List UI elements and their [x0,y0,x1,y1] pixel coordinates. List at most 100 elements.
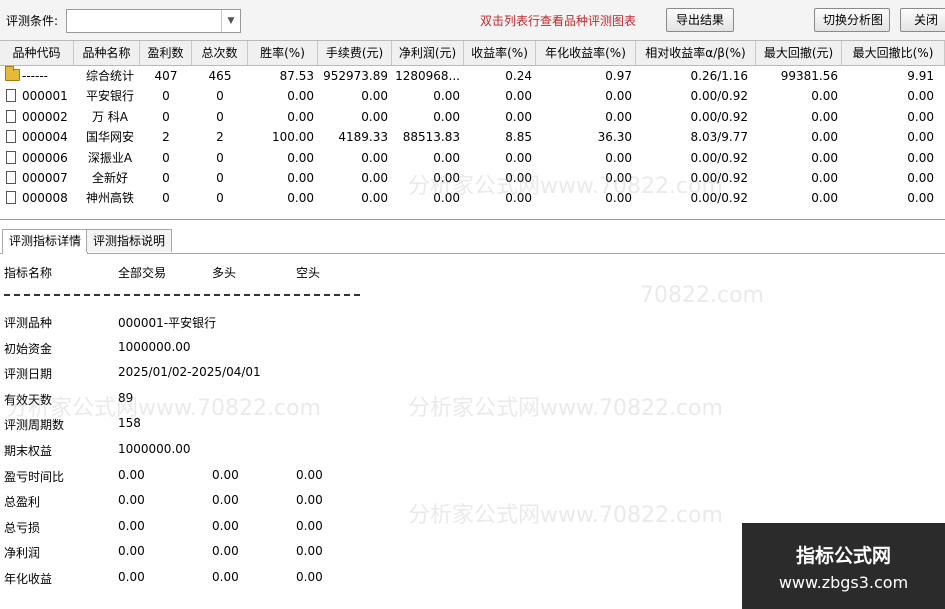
document-icon [6,109,16,123]
table-row[interactable]: 000004 国华网安 2 2 100.00 4189.33 88513.83 8.85 36.… [0,127,945,147]
table-cell: 0 [162,171,170,185]
table-cell: 0.00/0.92 [690,171,748,185]
table-cell: 2 [216,130,224,145]
detail-value: 158 [118,416,141,431]
table-cell: 0.00 [505,171,532,185]
condition-label: 评测条件: [6,14,59,28]
table-row[interactable]: 000007 全新好 0 0 0.00 0.00 0.00 0.00 0.00 0.00/0.92… [0,168,945,188]
table-row[interactable]: 000008 神州高铁 0 0 0.00 0.00 0.00 0.00 0.00 0.00/0.9… [0,188,945,208]
table-cell: 0 [162,191,170,206]
table-cell: 407 [154,69,178,83]
column-header[interactable]: 盈利数 [140,41,192,65]
table-cell: 0.00 [811,130,838,145]
table-cell: 000008 [22,191,68,206]
table-row[interactable]: 000006 深振业A 0 0 0.00 0.00 0.00 0.00 0.00 0.00/0.9… [0,148,945,168]
table-cell: 0.00 [907,150,934,165]
table-cell: 平安银行 [85,89,134,104]
table-cell: 0.00 [907,109,934,124]
table-cell: 深振业A [87,150,133,165]
table-cell: 0 [216,150,224,165]
table-cell: 0 [216,171,224,185]
column-header[interactable]: 胜率(%) [248,41,318,65]
table-cell: 0.00 [907,130,934,145]
column-header[interactable]: 最大回撤(元) [756,41,842,65]
table-cell: 0.00 [811,191,838,206]
detail-value: 000001-平安银行 [118,316,217,330]
detail-label: 总盈利 [4,495,41,510]
divider [4,294,360,296]
table-cell: 万 科A [91,109,129,124]
table-cell: 0 [216,109,224,124]
tab-metric-description[interactable]: 评测指标说明 [86,229,173,252]
table-row[interactable]: 000001 平安银行 0 0 0.00 0.00 0.00 0.00 0.00 0.00/0.9… [0,86,945,106]
detail-label: 评测日期 [4,367,53,382]
column-header[interactable]: 品种代码 [0,41,74,65]
column-header[interactable]: 相对收益率α/β(%) [636,41,756,65]
table-cell: 神州高铁 [85,191,134,206]
table-cell: 0.00 [433,150,460,165]
detail-label: 评测品种 [4,316,53,330]
detail-value: 1000000.00 [118,339,191,354]
table-cell: 0.00 [907,191,934,206]
table-cell: 0.00 [605,171,632,185]
detail-label: 净利润 [4,546,41,561]
table-cell: 000004 [22,130,68,145]
table-cell: 2 [162,130,170,145]
table-cell: 4189.33 [338,130,388,145]
column-header[interactable]: 品种名称 [74,41,140,65]
tab-metric-details[interactable]: 评测指标详情 [2,229,89,254]
detail-value: 0.00 [118,518,145,533]
detail-label: 总亏损 [4,520,41,535]
export-button[interactable]: 导出结果 [666,8,734,32]
table-cell: 0.00 [605,191,632,206]
table-cell: 0.00 [505,109,532,124]
table-cell: 0.00 [505,150,532,165]
toolbar: 评测条件: ▼ 双击列表行查看品种评测图表 导出结果 切换分析图 关闭 [0,0,945,40]
detail-value: 0.00 [296,518,323,533]
table-cell: 000006 [22,150,68,165]
switch-chart-button[interactable]: 切换分析图 [814,8,890,32]
chevron-down-icon[interactable]: ▼ [221,10,240,32]
table-cell: 综合统计 [85,69,134,83]
table-header: 品种代码 品种名称 盈利数 总次数 胜率(%) 手续费(元) 净利润(元) 收益… [0,41,945,66]
table-cell: 952973.89 [323,69,388,83]
table-cell: 0.00 [505,89,532,104]
column-header[interactable]: 收益率(%) [464,41,536,65]
column-header[interactable]: 总次数 [192,41,248,65]
detail-value: 2025/01/02-2025/04/01 [118,365,261,380]
table-cell: 0.00 [907,171,934,185]
table-cell: ------ [22,69,48,83]
column-header[interactable]: 净利润(元) [392,41,464,65]
table-cell: 0.00 [605,89,632,104]
table-row[interactable]: 000002 万 科A 0 0 0.00 0.00 0.00 0.00 0.00 0.00/0.9… [0,107,945,127]
column-header[interactable]: 手续费(元) [318,41,392,65]
table-cell: 465 [208,69,232,83]
detail-label: 盈亏时间比 [4,469,65,484]
table-cell: 100.00 [272,130,314,145]
column-header[interactable]: 年化收益率(%) [536,41,636,65]
table-cell: 0.00 [361,171,388,185]
table-cell: 1280968... [395,69,460,83]
close-button[interactable]: 关闭 [900,8,945,32]
detail-value: 0.00 [296,493,323,508]
table-cell: 0.00 [287,150,314,165]
table-row[interactable]: ------ 综合统计 407 465 87.53 952973.89 1280968...… [0,66,945,86]
detail-header-long: 多头 [212,266,237,280]
detail-label: 评测周期数 [4,418,65,433]
detail-header-short: 空头 [296,266,321,280]
table-cell: 9.91 [907,69,934,83]
detail-value: 0.00 [296,544,323,559]
table-cell: 0.26/1.16 [690,69,748,83]
badge-title: 指标公式网 [795,545,891,567]
condition-combo[interactable]: ▼ [66,9,241,33]
document-icon [6,191,16,205]
document-icon [6,130,16,144]
table-cell: 000002 [22,109,68,124]
detail-label: 年化收益 [4,572,53,586]
table-cell: 0.00 [361,191,388,206]
detail-label: 初始资金 [4,341,53,356]
table-cell: 36.30 [597,130,632,145]
column-header[interactable]: 最大回撤比(%) [842,41,945,65]
table-cell: 0.00/0.92 [690,150,748,165]
table-cell: 0.00 [811,150,838,165]
